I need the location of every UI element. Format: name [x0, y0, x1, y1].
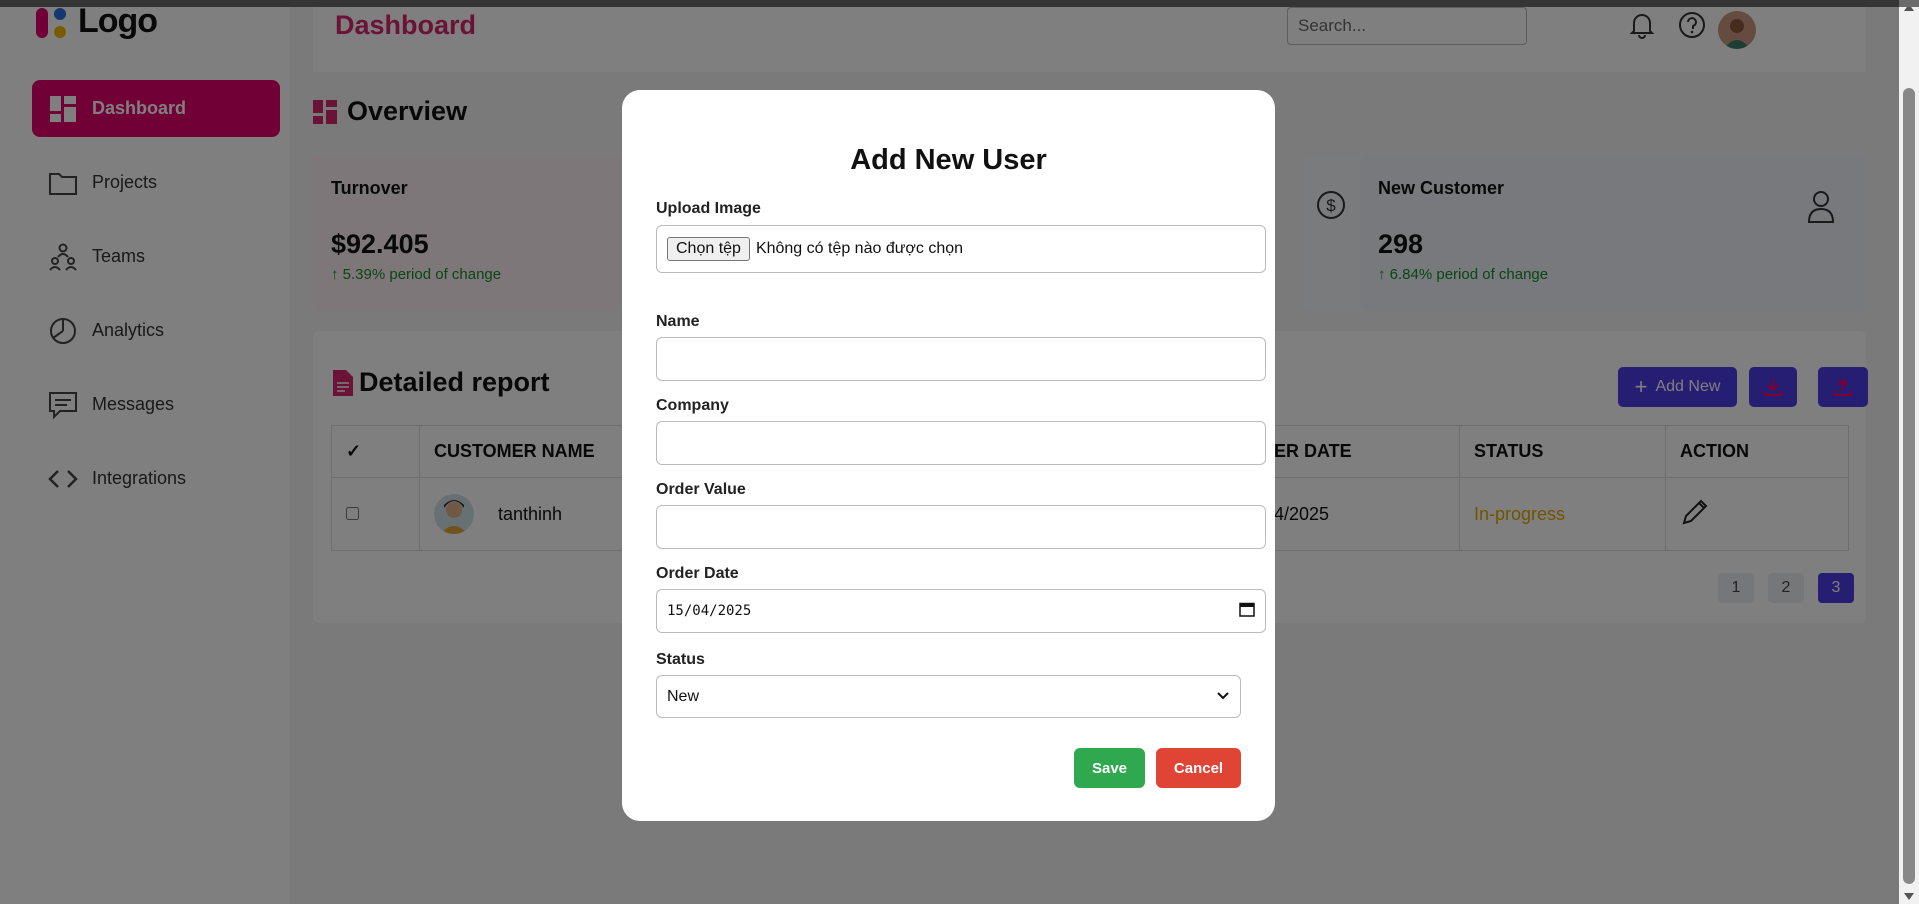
modal-title: Add New User: [850, 144, 1047, 176]
order-value-label: Order Value: [656, 481, 746, 498]
choose-file-button[interactable]: Chọn tệp: [667, 237, 750, 261]
company-field[interactable]: [656, 421, 1266, 465]
file-input[interactable]: Chọn tệp Không có tệp nào được chọn: [656, 225, 1266, 273]
calendar-icon[interactable]: [1239, 601, 1255, 622]
save-button[interactable]: Save: [1074, 748, 1145, 788]
company-label: Company: [656, 397, 729, 414]
order-date-field[interactable]: 15/04/2025: [656, 589, 1266, 633]
status-select[interactable]: New: [656, 675, 1241, 718]
status-label: Status: [656, 651, 705, 668]
scroll-down-arrow[interactable]: [1904, 893, 1914, 900]
add-user-modal: Add New User Upload Image Chọn tệp Không…: [622, 90, 1275, 821]
order-value-field[interactable]: [656, 505, 1266, 549]
order-date-value: 15/04/2025: [667, 603, 752, 619]
scrollbar[interactable]: [1899, 0, 1919, 904]
upload-image-label: Upload Image: [656, 200, 761, 217]
file-status-text: Không có tệp nào được chọn: [755, 240, 964, 257]
cancel-button[interactable]: Cancel: [1156, 748, 1241, 788]
name-field[interactable]: [656, 337, 1266, 381]
order-date-label: Order Date: [656, 565, 739, 582]
scroll-thumb[interactable]: [1903, 88, 1915, 884]
name-label: Name: [656, 313, 700, 330]
chevron-down-icon: [1216, 688, 1230, 706]
status-selected-value: New: [667, 687, 700, 705]
